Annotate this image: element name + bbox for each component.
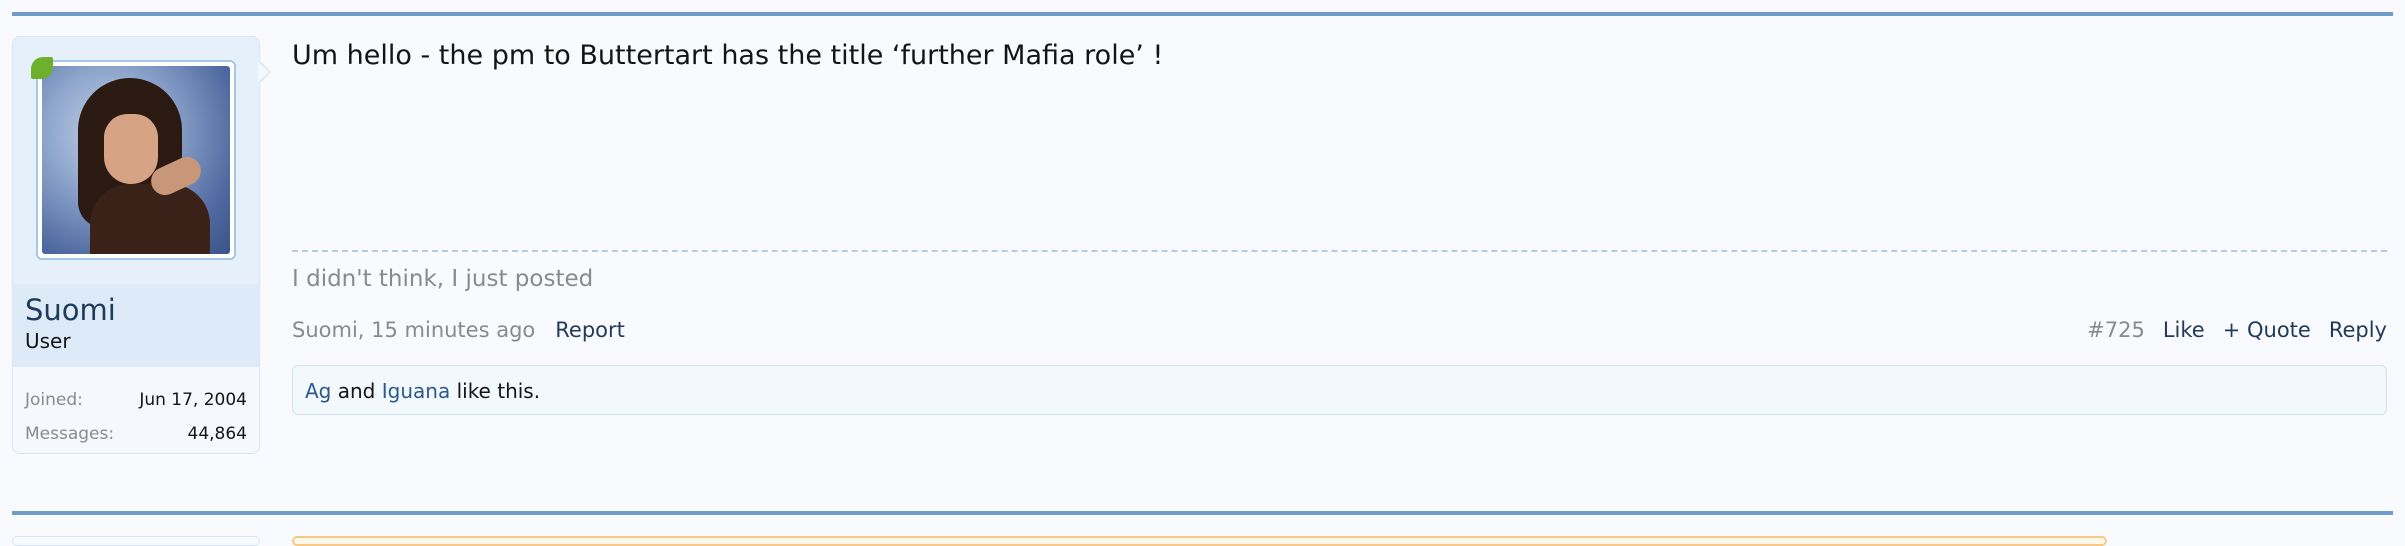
likes-suffix: like this. (456, 379, 541, 403)
next-post-body (292, 536, 2107, 546)
stat-label: Messages: (25, 424, 115, 444)
user-stats: Joined: Jun 17, 2004 Messages: 44,864 (13, 367, 259, 453)
stat-messages: Messages: 44,864 (25, 424, 247, 444)
liker-link[interactable]: Iguana (382, 379, 450, 403)
username[interactable]: Suomi (25, 293, 116, 327)
signature: I didn't think, I just posted (292, 266, 594, 292)
post-message: Um hello - the pm to Buttertart has the … (292, 40, 1164, 71)
post-separator-top (12, 12, 2393, 16)
post-actions: #725 Like + Quote Reply (2087, 318, 2387, 342)
user-title: User (25, 329, 71, 353)
liker-link[interactable]: Ag (305, 379, 331, 403)
like-button[interactable]: Like (2163, 318, 2205, 342)
avatar[interactable] (36, 60, 236, 260)
post-number-link[interactable]: #725 (2087, 318, 2145, 342)
user-card: Suomi User Joined: Jun 17, 2004 Messages… (12, 36, 260, 454)
stat-value: 44,864 (187, 424, 247, 444)
stat-value: Jun 17, 2004 (139, 390, 247, 410)
stat-label: Joined: (25, 390, 83, 410)
stat-joined: Joined: Jun 17, 2004 (25, 390, 247, 410)
avatar-image (42, 66, 230, 254)
avatar-area (13, 37, 259, 284)
post-meta-left: Suomi, 15 minutes ago Report (292, 318, 625, 342)
reply-button[interactable]: Reply (2329, 318, 2387, 342)
quote-button[interactable]: + Quote (2223, 318, 2311, 342)
next-user-card (12, 536, 260, 546)
signature-divider (292, 250, 2387, 252)
post-author-date[interactable]: Suomi, 15 minutes ago (292, 318, 535, 342)
likes-summary: Ag and Iguana like this. (292, 365, 2387, 415)
likes-conjunction: and (337, 379, 376, 403)
post-separator-bottom (12, 511, 2393, 515)
report-link[interactable]: Report (555, 318, 625, 342)
